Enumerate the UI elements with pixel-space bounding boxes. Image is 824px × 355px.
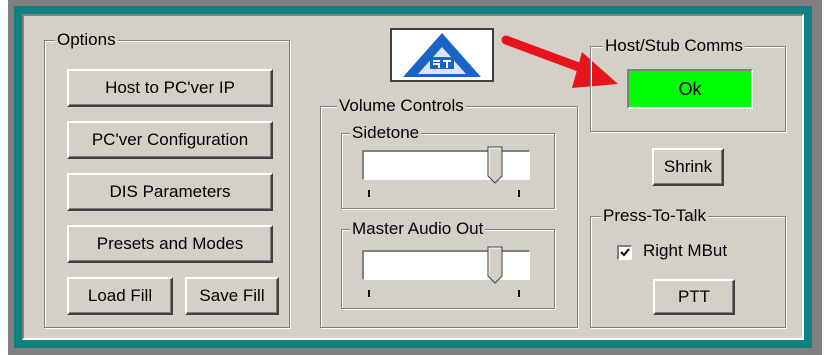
options-group: Options Host to PC'ver IP PC'ver Configu… — [44, 30, 290, 328]
press-to-talk-group: Press-To-Talk Right MBut PTT — [590, 206, 786, 328]
volume-controls-group: Volume Controls Sidetone Master Audio Ou… — [320, 96, 578, 328]
sidetone-title: Sidetone — [350, 123, 422, 143]
control-panel: Options Host to PC'ver IP PC'ver Configu… — [22, 14, 804, 340]
shrink-button[interactable]: Shrink — [652, 148, 724, 186]
press-to-talk-title: Press-To-Talk — [601, 206, 708, 226]
sidetone-tick-max — [518, 190, 520, 197]
host-stub-status-indicator: Ok — [627, 69, 753, 109]
sidetone-slider-thumb[interactable] — [487, 146, 503, 184]
checkmark-icon — [620, 248, 630, 257]
company-logo — [390, 28, 494, 82]
sidetone-tick-min — [368, 190, 370, 197]
right-mbut-checkbox[interactable] — [617, 245, 632, 260]
master-audio-out-tick-max — [518, 290, 520, 297]
load-fill-button[interactable]: Load Fill — [67, 277, 173, 315]
host-stub-comms-group: Host/Stub Comms Ok — [590, 36, 786, 132]
master-audio-out-tick-min — [368, 290, 370, 297]
company-logo-icon — [403, 33, 481, 77]
pcver-configuration-button[interactable]: PC'ver Configuration — [67, 121, 273, 159]
master-audio-out-title: Master Audio Out — [350, 219, 486, 239]
options-title: Options — [55, 30, 118, 50]
volume-controls-title: Volume Controls — [337, 96, 466, 116]
ptt-button[interactable]: PTT — [653, 279, 735, 315]
right-mbut-label: Right MBut — [643, 241, 728, 260]
dis-parameters-button[interactable]: DIS Parameters — [67, 173, 273, 211]
sidetone-group: Sidetone — [341, 123, 555, 209]
presets-and-modes-button[interactable]: Presets and Modes — [67, 225, 273, 263]
master-audio-out-group: Master Audio Out — [341, 219, 555, 309]
save-fill-button[interactable]: Save Fill — [185, 277, 279, 315]
sidetone-slider-track[interactable] — [362, 150, 530, 180]
master-audio-out-slider-track[interactable] — [362, 250, 530, 280]
host-stub-comms-title: Host/Stub Comms — [603, 36, 745, 56]
master-audio-out-slider[interactable] — [362, 246, 530, 298]
sidetone-slider[interactable] — [362, 146, 530, 198]
host-to-pcver-ip-button[interactable]: Host to PC'ver IP — [67, 69, 273, 107]
master-audio-out-slider-thumb[interactable] — [487, 246, 503, 284]
